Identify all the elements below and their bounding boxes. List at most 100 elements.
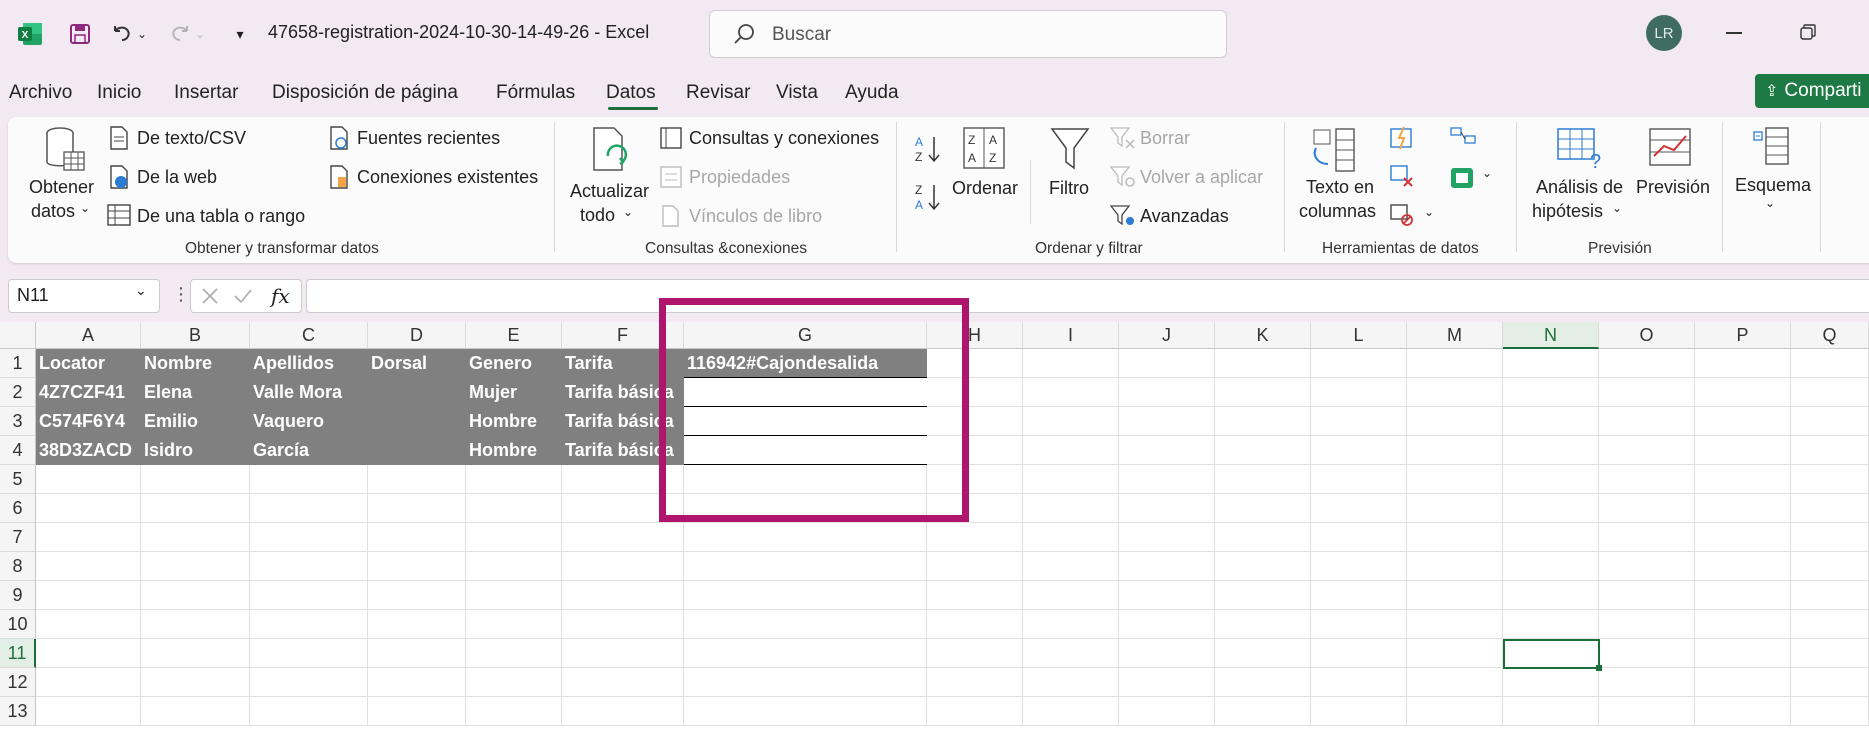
cell[interactable] bbox=[1119, 552, 1215, 581]
cell[interactable] bbox=[368, 494, 466, 523]
row-header-6[interactable]: 6 bbox=[0, 494, 36, 523]
cell[interactable] bbox=[368, 639, 466, 668]
cell[interactable] bbox=[1119, 465, 1215, 494]
formula-bar-handle-icon[interactable]: ⋮ bbox=[172, 284, 190, 305]
cell[interactable] bbox=[1599, 494, 1695, 523]
data-model-dropdown-icon[interactable]: ⌄ bbox=[1482, 166, 1492, 180]
column-header-o[interactable]: O bbox=[1599, 322, 1695, 349]
column-header-c[interactable]: C bbox=[250, 322, 368, 349]
cell[interactable] bbox=[1023, 610, 1119, 639]
cell[interactable] bbox=[1215, 494, 1311, 523]
cell[interactable] bbox=[1407, 349, 1503, 378]
cell[interactable] bbox=[36, 668, 141, 697]
row-header-2[interactable]: 2 bbox=[0, 378, 36, 407]
cell[interactable] bbox=[562, 639, 684, 668]
cell[interactable] bbox=[927, 697, 1023, 726]
cell[interactable] bbox=[1407, 465, 1503, 494]
row-header-13[interactable]: 13 bbox=[0, 697, 36, 726]
cell[interactable] bbox=[1407, 581, 1503, 610]
refresh-dropdown-icon[interactable]: ⌄ bbox=[623, 205, 633, 219]
cell[interactable] bbox=[1503, 668, 1599, 697]
cell[interactable] bbox=[1311, 581, 1407, 610]
cell[interactable] bbox=[1695, 697, 1791, 726]
cell[interactable] bbox=[1215, 697, 1311, 726]
avatar[interactable]: LR bbox=[1646, 15, 1682, 51]
table-header-cell[interactable]: Nombre bbox=[141, 349, 250, 378]
cell[interactable] bbox=[684, 639, 927, 668]
cell[interactable] bbox=[466, 581, 562, 610]
row-header-1[interactable]: 1 bbox=[0, 349, 36, 378]
menu-revisar[interactable]: Revisar bbox=[686, 82, 750, 104]
menu-disposicion[interactable]: Disposición de página bbox=[272, 82, 458, 104]
outline-button[interactable]: Esquema bbox=[1735, 175, 1811, 196]
restore-button[interactable] bbox=[1800, 24, 1816, 45]
cell[interactable] bbox=[927, 552, 1023, 581]
cell[interactable] bbox=[1599, 552, 1695, 581]
name-box[interactable]: N11 ⌄ bbox=[8, 279, 160, 313]
cell[interactable] bbox=[250, 697, 368, 726]
cell[interactable] bbox=[1599, 349, 1695, 378]
cell[interactable] bbox=[1311, 494, 1407, 523]
refresh-all-line1[interactable]: Actualizar bbox=[570, 181, 649, 202]
cell[interactable] bbox=[1119, 697, 1215, 726]
cell[interactable] bbox=[36, 639, 141, 668]
column-header-j[interactable]: J bbox=[1119, 322, 1215, 349]
cell[interactable] bbox=[250, 552, 368, 581]
cell[interactable] bbox=[1407, 552, 1503, 581]
cell[interactable] bbox=[1599, 523, 1695, 552]
name-box-dropdown-icon[interactable]: ⌄ bbox=[135, 282, 147, 299]
cell[interactable] bbox=[1503, 378, 1599, 407]
column-header-d[interactable]: D bbox=[368, 322, 466, 349]
cell[interactable] bbox=[1503, 581, 1599, 610]
data-validation-dropdown-icon[interactable]: ⌄ bbox=[1424, 205, 1434, 219]
formula-input[interactable] bbox=[306, 279, 1869, 313]
cell[interactable] bbox=[1311, 552, 1407, 581]
cell[interactable] bbox=[1215, 349, 1311, 378]
recent-sources-button[interactable]: Fuentes recientes bbox=[357, 128, 500, 149]
cell[interactable] bbox=[36, 581, 141, 610]
cell[interactable] bbox=[927, 523, 1023, 552]
cell[interactable] bbox=[466, 523, 562, 552]
cell[interactable] bbox=[1119, 668, 1215, 697]
cell[interactable] bbox=[1791, 378, 1869, 407]
clear-button[interactable]: Borrar bbox=[1140, 128, 1190, 149]
cell[interactable] bbox=[927, 639, 1023, 668]
cell[interactable] bbox=[250, 581, 368, 610]
cell[interactable] bbox=[1695, 610, 1791, 639]
whatif-line1[interactable]: Análisis de bbox=[1536, 177, 1623, 198]
search-input[interactable]: Buscar bbox=[709, 10, 1227, 58]
table-cell[interactable]: C574F6Y4 bbox=[36, 407, 141, 436]
cell[interactable] bbox=[927, 668, 1023, 697]
column-header-a[interactable]: A bbox=[36, 322, 141, 349]
cell[interactable] bbox=[1407, 610, 1503, 639]
cell[interactable] bbox=[36, 465, 141, 494]
cell[interactable] bbox=[562, 610, 684, 639]
cell[interactable] bbox=[1311, 697, 1407, 726]
cell[interactable] bbox=[1215, 378, 1311, 407]
cell[interactable] bbox=[1215, 610, 1311, 639]
cell[interactable] bbox=[250, 610, 368, 639]
cell[interactable] bbox=[1695, 668, 1791, 697]
column-header-i[interactable]: I bbox=[1023, 322, 1119, 349]
cell[interactable] bbox=[1791, 465, 1869, 494]
cell[interactable] bbox=[36, 552, 141, 581]
menu-inicio[interactable]: Inicio bbox=[97, 82, 141, 104]
table-cell[interactable]: García bbox=[250, 436, 368, 465]
cell[interactable] bbox=[1311, 349, 1407, 378]
cell[interactable] bbox=[1503, 494, 1599, 523]
cell[interactable] bbox=[1119, 581, 1215, 610]
table-cell[interactable]: 4Z7CZF41 bbox=[36, 378, 141, 407]
cell[interactable] bbox=[1791, 436, 1869, 465]
cell[interactable] bbox=[368, 610, 466, 639]
share-button[interactable]: ⇪ Comparti bbox=[1755, 74, 1869, 108]
cell[interactable] bbox=[1119, 523, 1215, 552]
cell[interactable] bbox=[141, 668, 250, 697]
table-cell[interactable]: Valle Mora bbox=[250, 378, 368, 407]
cell[interactable] bbox=[466, 552, 562, 581]
cell[interactable] bbox=[1023, 668, 1119, 697]
cell[interactable] bbox=[1215, 668, 1311, 697]
select-all-button[interactable] bbox=[0, 322, 36, 349]
cell[interactable] bbox=[684, 581, 927, 610]
cell[interactable] bbox=[1215, 436, 1311, 465]
undo-dropdown-icon[interactable]: ⌄ bbox=[134, 16, 150, 52]
